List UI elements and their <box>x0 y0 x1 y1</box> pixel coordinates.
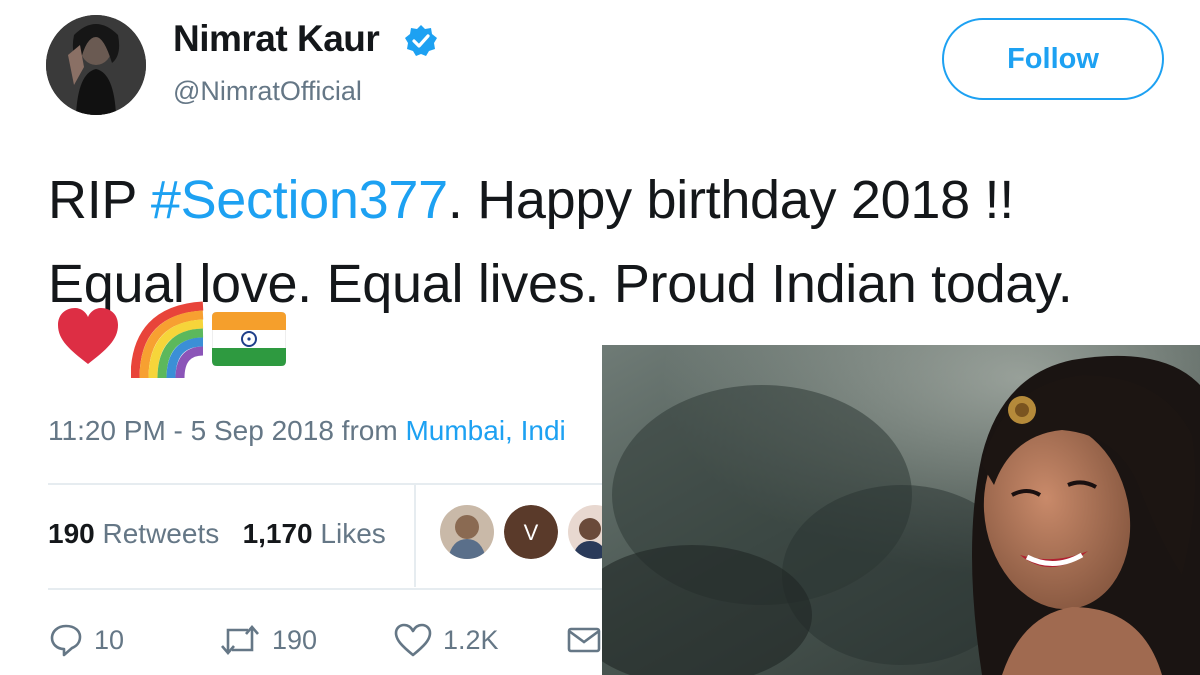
tweet-line-1: RIP #Section377. Happy birthday 2018 !! <box>48 158 1188 242</box>
likes-count: 1,170 <box>242 518 313 549</box>
reply-icon <box>50 624 82 657</box>
location-link[interactable]: Mumbai, Indi <box>405 415 565 446</box>
like-button[interactable]: 1.2K <box>393 622 499 658</box>
liker-avatar[interactable] <box>440 505 494 559</box>
divider <box>48 483 608 485</box>
follow-button[interactable]: Follow <box>942 18 1164 100</box>
likes-stat[interactable]: 1,170 Likes <box>243 518 386 549</box>
tweet-timestamp: 11:20 PM - 5 Sep 2018 from Mumbai, Indi <box>48 415 566 447</box>
message-button[interactable] <box>566 622 602 658</box>
divider <box>48 588 608 590</box>
reply-button[interactable]: 10 <box>48 622 124 658</box>
tweet-text-prefix: RIP <box>48 170 151 230</box>
liker-avatar[interactable]: V <box>504 505 558 559</box>
tweet-text-suffix: . Happy birthday 2018 !! <box>447 170 1014 230</box>
display-name[interactable]: Nimrat Kaur <box>173 18 380 60</box>
retweet-button[interactable]: 190 <box>218 622 317 658</box>
actress-photo <box>602 345 1200 675</box>
tweet-stats: 190 Retweets 1,170 Likes <box>48 518 386 550</box>
india-flag-emoji <box>212 312 286 366</box>
retweets-stat[interactable]: 190 Retweets <box>48 518 219 549</box>
retweets-count: 190 <box>48 518 95 549</box>
retweet-count: 190 <box>272 624 318 655</box>
timestamp-date[interactable]: 11:20 PM - 5 Sep 2018 from <box>48 415 405 446</box>
retweet-icon <box>221 625 259 655</box>
like-icon <box>394 623 432 657</box>
hashtag-link[interactable]: #Section377 <box>151 170 448 230</box>
envelope-icon <box>567 627 601 653</box>
rainbow-emoji <box>131 301 204 378</box>
verified-badge-icon <box>404 24 438 58</box>
heart-emoji <box>58 308 118 364</box>
divider <box>414 483 416 587</box>
like-count: 1.2K <box>443 624 499 655</box>
reply-count: 10 <box>94 624 125 655</box>
avatar[interactable] <box>46 15 146 115</box>
likes-label: Likes <box>320 518 386 549</box>
tweet-text: RIP #Section377. Happy birthday 2018 !! … <box>48 158 1188 326</box>
retweets-label: Retweets <box>102 518 220 549</box>
liker-initial: V <box>524 520 539 545</box>
user-handle[interactable]: @NimratOfficial <box>173 76 362 107</box>
